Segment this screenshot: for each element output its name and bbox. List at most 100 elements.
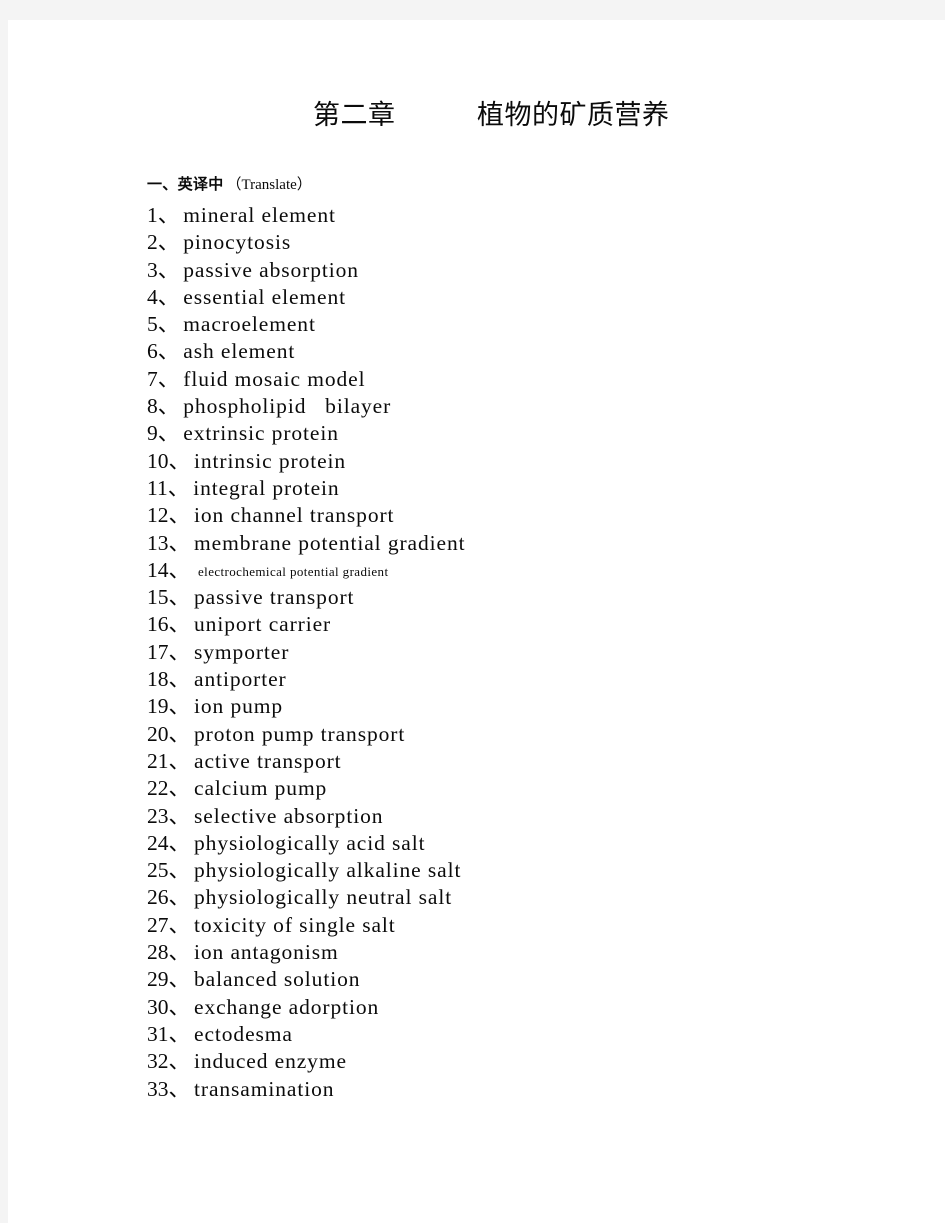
term-text: antiporter [194, 667, 287, 692]
term-list-item: 17、 symporter [147, 639, 907, 666]
term-index: 14、 [147, 557, 191, 582]
term-list-item: 1、 mineral element [147, 202, 907, 229]
term-text: ion antagonism [194, 940, 339, 965]
term-text: ion channel transport [194, 503, 395, 528]
term-list-item: 26、 physiologically neutral salt [147, 884, 907, 911]
term-text: symporter [194, 639, 290, 664]
term-list-item: 4、 essential element [147, 284, 907, 311]
term-list-item: 2、 pinocytosis [147, 229, 907, 256]
term-text: integral protein [193, 475, 340, 500]
term-text: ion pump [194, 694, 284, 719]
term-text: exchange adorption [194, 994, 380, 1019]
term-index: 20、 [147, 721, 191, 746]
term-index: 27、 [147, 912, 191, 937]
term-text: physiologically neutral salt [194, 885, 453, 910]
title-chapter-subject: 植物的矿质营养 [477, 100, 670, 130]
term-list-item: 16、 uniport carrier [147, 611, 907, 638]
term-list: 1、 mineral element 2、 pinocytosis 3、 passive … [147, 202, 907, 1103]
term-list-item: 22、 calcium pump [147, 775, 907, 802]
term-text: membrane potential gradient [194, 530, 466, 555]
term-index: 2、 [147, 230, 180, 255]
term-text: selective absorption [194, 803, 384, 828]
term-text: passive transport [194, 585, 355, 610]
term-list-item: 30、 exchange adorption [147, 994, 907, 1021]
term-index: 18、 [147, 667, 191, 692]
term-text: extrinsic protein [183, 421, 339, 446]
term-list-item: 33、 transamination [147, 1076, 907, 1103]
term-index: 11、 [147, 475, 190, 500]
term-list-item: 21、 active transport [147, 748, 907, 775]
term-text: passive absorption [183, 257, 359, 282]
term-list-item: 7、 fluid mosaic model [147, 366, 907, 393]
term-index: 10、 [147, 448, 191, 473]
term-index: 3、 [147, 257, 180, 282]
term-index: 25、 [147, 858, 191, 883]
document-title: 第二章 植物的矿质营养 [8, 92, 945, 138]
term-list-item: 27、 toxicity of single salt [147, 912, 907, 939]
term-index: 15、 [147, 585, 191, 610]
term-index: 12、 [147, 503, 191, 528]
term-index: 8、 [147, 394, 180, 419]
term-list-item: 10、 intrinsic protein [147, 448, 907, 475]
term-index: 28、 [147, 940, 191, 965]
term-list-item: 20、 proton pump transport [147, 721, 907, 748]
term-list-item: 18、 antiporter [147, 666, 907, 693]
term-text: active transport [194, 748, 342, 773]
term-list-item: 8、 phospholipid bilayer [147, 393, 907, 420]
term-text: calcium pump [194, 776, 328, 801]
term-text: induced enzyme [194, 1049, 347, 1074]
term-index: 7、 [147, 366, 180, 391]
term-text: mineral element [183, 203, 336, 227]
term-text: electrochemical potential gradient [198, 563, 389, 579]
term-text: proton pump transport [194, 721, 406, 746]
term-text: macroelement [183, 312, 316, 337]
term-index: 32、 [147, 1049, 191, 1074]
term-index: 22、 [147, 776, 191, 801]
term-index: 1、 [147, 203, 180, 227]
term-text: physiologically acid salt [194, 830, 426, 855]
term-text: phospholipid bilayer [183, 394, 392, 419]
term-index: 33、 [147, 1076, 191, 1101]
term-index: 5、 [147, 312, 180, 337]
term-text: ectodesma [194, 1021, 293, 1046]
term-index: 30、 [147, 994, 191, 1019]
term-index: 31、 [147, 1021, 191, 1046]
term-list-item: 31、 ectodesma [147, 1021, 907, 1048]
term-list-item: 15、 passive transport [147, 584, 907, 611]
term-list-item: 6、 ash element [147, 338, 907, 365]
term-index: 26、 [147, 885, 191, 910]
term-list-item: 32、 induced enzyme [147, 1048, 907, 1075]
term-list-item: 29、 balanced solution [147, 966, 907, 993]
term-list-item: 9、 extrinsic protein [147, 420, 907, 447]
term-list-item: 25、 physiologically alkaline salt [147, 857, 907, 884]
term-list-item: 13、 membrane potential gradient [147, 530, 907, 557]
term-list-item: 3、 passive absorption [147, 257, 907, 284]
term-text: balanced solution [194, 967, 361, 992]
term-index: 4、 [147, 284, 180, 309]
term-index: 19、 [147, 694, 191, 719]
title-chapter-number: 第二章 [313, 100, 396, 130]
term-list-item: 5、 macroelement [147, 311, 907, 338]
term-index: 6、 [147, 339, 180, 364]
term-text: transamination [194, 1076, 335, 1101]
term-list-item: 28、 ion antagonism [147, 939, 907, 966]
term-text: essential element [183, 284, 347, 309]
term-index: 9、 [147, 421, 180, 446]
term-text: intrinsic protein [194, 448, 347, 473]
term-index: 16、 [147, 612, 191, 637]
term-list-item: 19、 ion pump [147, 693, 907, 720]
term-index: 24、 [147, 830, 191, 855]
term-list-item: 12、 ion channel transport [147, 502, 907, 529]
term-text: physiologically alkaline salt [194, 858, 462, 883]
term-text: toxicity of single salt [194, 912, 396, 937]
term-index: 17、 [147, 639, 191, 664]
term-index: 23、 [147, 803, 191, 828]
term-index: 13、 [147, 530, 191, 555]
term-index: 21、 [147, 748, 191, 773]
term-text: pinocytosis [183, 230, 292, 255]
term-list-item: 24、 physiologically acid salt [147, 830, 907, 857]
term-text: uniport carrier [194, 612, 332, 637]
term-list-item: 11、 integral protein [147, 475, 907, 502]
section-heading: 一、英译中 （Translate） [147, 175, 312, 195]
document-page: 第二章 植物的矿质营养 一、英译中 （Translate） 1、 mineral e… [8, 20, 945, 1223]
